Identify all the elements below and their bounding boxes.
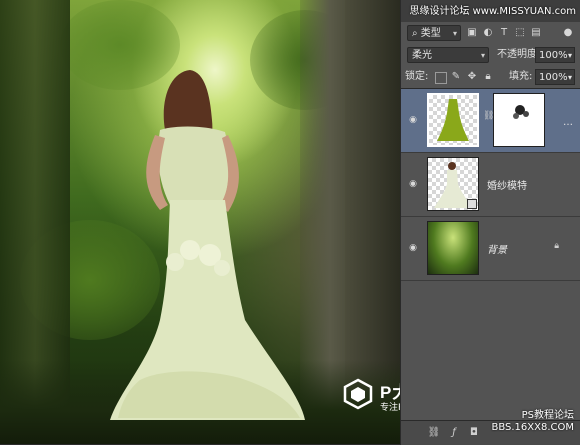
site-watermark-bottom: PS教程论坛 BBS.16XX8.COM (491, 410, 574, 434)
filter-toggle-icon[interactable]: ● (561, 26, 575, 40)
search-icon: ⌕ (412, 28, 421, 39)
layer-mask-thumbnail[interactable] (493, 93, 545, 147)
filter-row: ⌕ 类型 ▾ ▣ ◐ T ⬚ ▤ ● (401, 22, 580, 44)
more-icon[interactable]: … (563, 117, 573, 128)
eye-icon[interactable]: ◉ (407, 179, 419, 191)
layer-list: ◉ ⛓︎ … ◉ 婚纱模特 ◉ 背景 🔒︎ (401, 88, 580, 419)
filter-type-icon[interactable]: T (497, 26, 511, 40)
canvas-image: P大点S 专注Photoshop教程 (0, 0, 400, 444)
site-watermark-top: 思缘设计论坛 www.MISSYUAN.com (409, 6, 576, 17)
layer-thumbnail[interactable] (427, 157, 479, 211)
lock-move-icon[interactable]: ✥ (465, 70, 479, 84)
layer-thumbnail[interactable] (427, 221, 479, 275)
layer-row-background[interactable]: ◉ 背景 🔒︎ (401, 217, 580, 281)
blend-mode-select[interactable]: 柔光 ▾ (407, 47, 489, 63)
add-mask-icon[interactable]: ◘ (467, 426, 481, 440)
layer-row-dress-fill[interactable]: ◉ ⛓︎ … (401, 89, 580, 153)
lock-row: 锁定: ✎ ✥ 🔒︎ 填充: 100% ▾ (401, 66, 580, 88)
fill-value: 100% (539, 72, 568, 83)
filter-smart-object-icon[interactable]: ▤ (529, 26, 543, 40)
watermark: P大点S 专注Photoshop教程 (342, 378, 400, 418)
layer-name[interactable]: 婚纱模特 (487, 177, 527, 192)
opacity-input[interactable]: 100% ▾ (535, 47, 575, 63)
lock-icon: 🔒︎ (554, 241, 559, 251)
chevron-down-icon: ▾ (452, 29, 457, 38)
woman-in-wedding-dress (110, 70, 305, 420)
chevron-down-icon: ▾ (567, 73, 572, 82)
eye-icon[interactable]: ◉ (407, 243, 419, 255)
lock-paint-icon[interactable]: ✎ (449, 70, 463, 84)
chevron-down-icon: ▾ (480, 51, 485, 60)
eye-icon[interactable]: ◉ (407, 115, 419, 127)
fx-icon[interactable]: ƒ (447, 426, 461, 440)
watermark-subtitle: 专注Photoshop教程 (380, 403, 400, 413)
layers-panel: ⌕ 类型 ▾ ▣ ◐ T ⬚ ▤ ● 柔光 ▾ 不透明度: 100% ▾ 锁定:… (400, 0, 580, 445)
fill-label: 填充: (509, 71, 533, 82)
opacity-label: 不透明度: (497, 49, 541, 60)
filter-pixel-icon[interactable]: ▣ (465, 26, 479, 40)
lock-all-icon[interactable]: 🔒︎ (481, 70, 495, 84)
mask-spots (513, 105, 529, 119)
blend-row: 柔光 ▾ 不透明度: 100% ▾ (401, 44, 580, 66)
link-layers-icon[interactable]: ⛓︎ (427, 426, 441, 440)
layer-thumbnail[interactable] (427, 93, 479, 147)
watermark-logo-icon (343, 378, 373, 410)
filter-kind-select[interactable]: ⌕ 类型 ▾ (407, 25, 461, 41)
blend-mode-value: 柔光 (412, 50, 432, 61)
lock-transparent-icon[interactable] (435, 72, 447, 84)
site-bottom-line1: PS教程论坛 (521, 410, 574, 421)
fill-input[interactable]: 100% ▾ (535, 69, 575, 85)
layer-row-model[interactable]: ◉ 婚纱模特 (401, 153, 580, 217)
filter-adjustment-icon[interactable]: ◐ (481, 26, 495, 40)
opacity-value: 100% (539, 50, 568, 61)
lock-label: 锁定: (405, 71, 429, 82)
filter-shape-icon[interactable]: ⬚ (513, 26, 527, 40)
site-bottom-line2: BBS.16XX8.COM (491, 422, 574, 433)
dress-silhouette-thumb (437, 99, 469, 141)
layer-name[interactable]: 背景 (487, 241, 507, 256)
smart-object-icon (467, 199, 477, 209)
filter-kind-value: 类型 (420, 28, 441, 39)
chevron-down-icon: ▾ (567, 51, 572, 60)
